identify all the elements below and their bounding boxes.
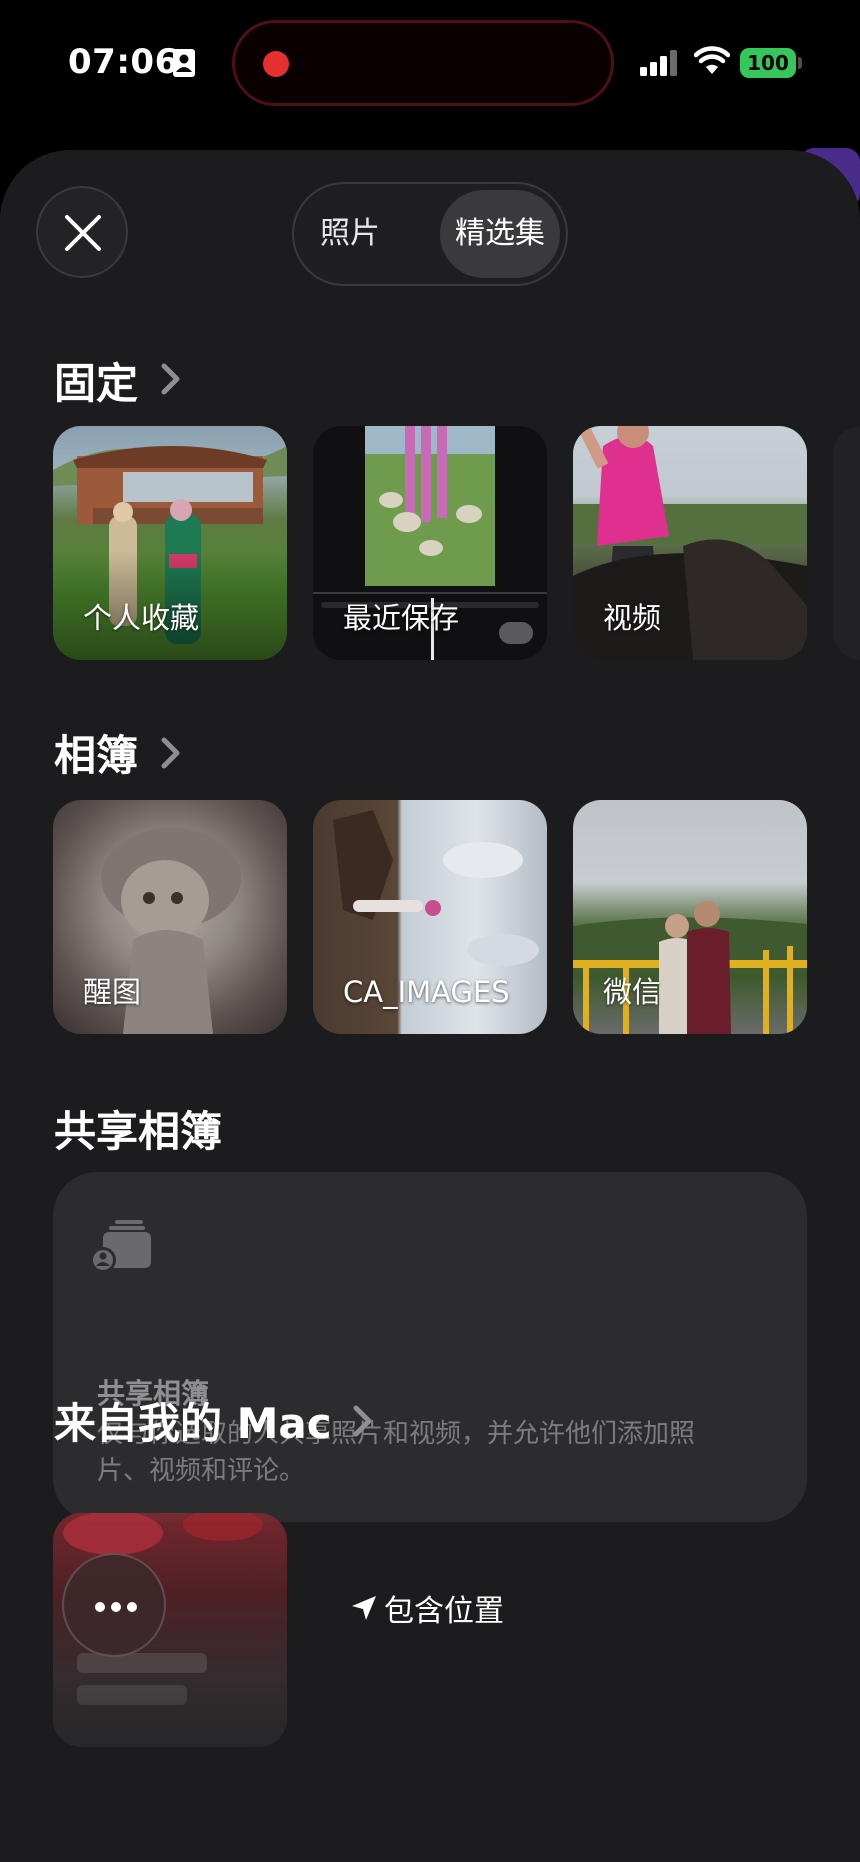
more-button[interactable] [62, 1553, 166, 1657]
dynamic-island[interactable] [232, 20, 614, 106]
album-label: CA_IMAGES [343, 975, 510, 1009]
album-label: 醒图 [83, 975, 142, 1009]
section-title-albums[interactable]: 相簿 [54, 722, 138, 783]
album-label: 视频 [603, 601, 662, 635]
section-title-pinned[interactable]: 固定 [54, 350, 138, 411]
chevron-right-icon[interactable] [352, 1404, 374, 1438]
chevron-right-icon[interactable] [160, 736, 182, 770]
album-item-ca-images[interactable]: CA_IMAGES [313, 800, 547, 1034]
albums-row: 醒图 CA_IMAGES 微信 [53, 800, 860, 1034]
pinned-item-more[interactable] [833, 426, 860, 660]
close-icon [65, 215, 101, 251]
pinned-title: 固定 [54, 359, 139, 408]
pinned-item-recently-saved[interactable]: 最近保存 [313, 426, 547, 660]
from-my-mac-title: 来自我的 Mac [54, 1399, 332, 1448]
status-time: 07:06 [68, 42, 179, 82]
view-segmented-control: 照片 精选集 [292, 182, 568, 286]
include-location-button[interactable]: 包含位置 [350, 1586, 504, 1630]
close-button[interactable] [36, 186, 128, 278]
status-bar: 07:06 100 [0, 0, 860, 130]
shared-album-icon [90, 1220, 151, 1273]
chevron-right-icon[interactable] [160, 362, 182, 396]
pinned-row: 个人收藏 最近保存 视频 [53, 426, 860, 660]
more-icon [95, 1602, 137, 1612]
recording-indicator-icon [263, 51, 289, 77]
albums-title: 相簿 [54, 731, 139, 780]
include-location-label: 包含位置 [384, 1594, 504, 1629]
section-title-from-my-mac[interactable]: 来自我的 Mac [54, 1390, 332, 1451]
album-label: 微信 [603, 975, 662, 1009]
battery-indicator: 100 [740, 48, 796, 78]
shared-albums-card[interactable]: 共享相簿 仅与你选取的人共享照片和视频，并允许他们添加照片、视频和评论。 [53, 1172, 807, 1522]
album-label: 个人收藏 [83, 601, 200, 635]
battery-tip [798, 57, 802, 69]
album-label: 最近保存 [343, 601, 460, 635]
tab-collections[interactable]: 精选集 [440, 190, 560, 278]
album-item-xingtu[interactable]: 醒图 [53, 800, 287, 1034]
pinned-item-favorites[interactable]: 个人收藏 [53, 426, 287, 660]
shared-albums-title: 共享相簿 [54, 1107, 223, 1156]
tab-photos[interactable]: 照片 [320, 184, 380, 284]
cellular-signal-icon [640, 50, 677, 76]
wifi-icon [694, 46, 730, 74]
album-item-wechat[interactable]: 微信 [573, 800, 807, 1034]
location-arrow-icon [352, 1596, 376, 1620]
contact-card-icon [173, 49, 195, 77]
pinned-item-videos[interactable]: 视频 [573, 426, 807, 660]
section-title-shared-albums: 共享相簿 [54, 1098, 222, 1159]
